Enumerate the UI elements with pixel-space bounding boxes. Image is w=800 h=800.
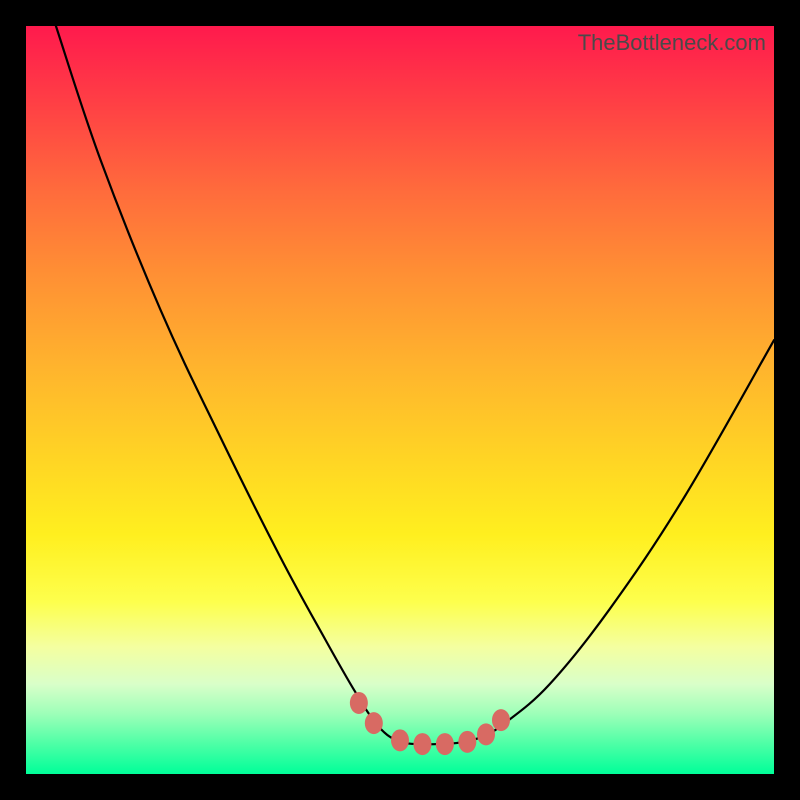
marker-point — [365, 712, 383, 734]
marker-point — [436, 733, 454, 755]
marker-point — [492, 709, 510, 731]
marker-point — [458, 731, 476, 753]
marker-point — [477, 723, 495, 745]
marker-point — [413, 733, 431, 755]
plot-area: TheBottleneck.com — [26, 26, 774, 774]
marker-point — [350, 692, 368, 714]
chart-svg — [26, 26, 774, 774]
chart-frame: TheBottleneck.com — [0, 0, 800, 800]
highlight-markers — [350, 692, 510, 755]
marker-point — [391, 729, 409, 751]
bottleneck-curve — [56, 26, 774, 744]
